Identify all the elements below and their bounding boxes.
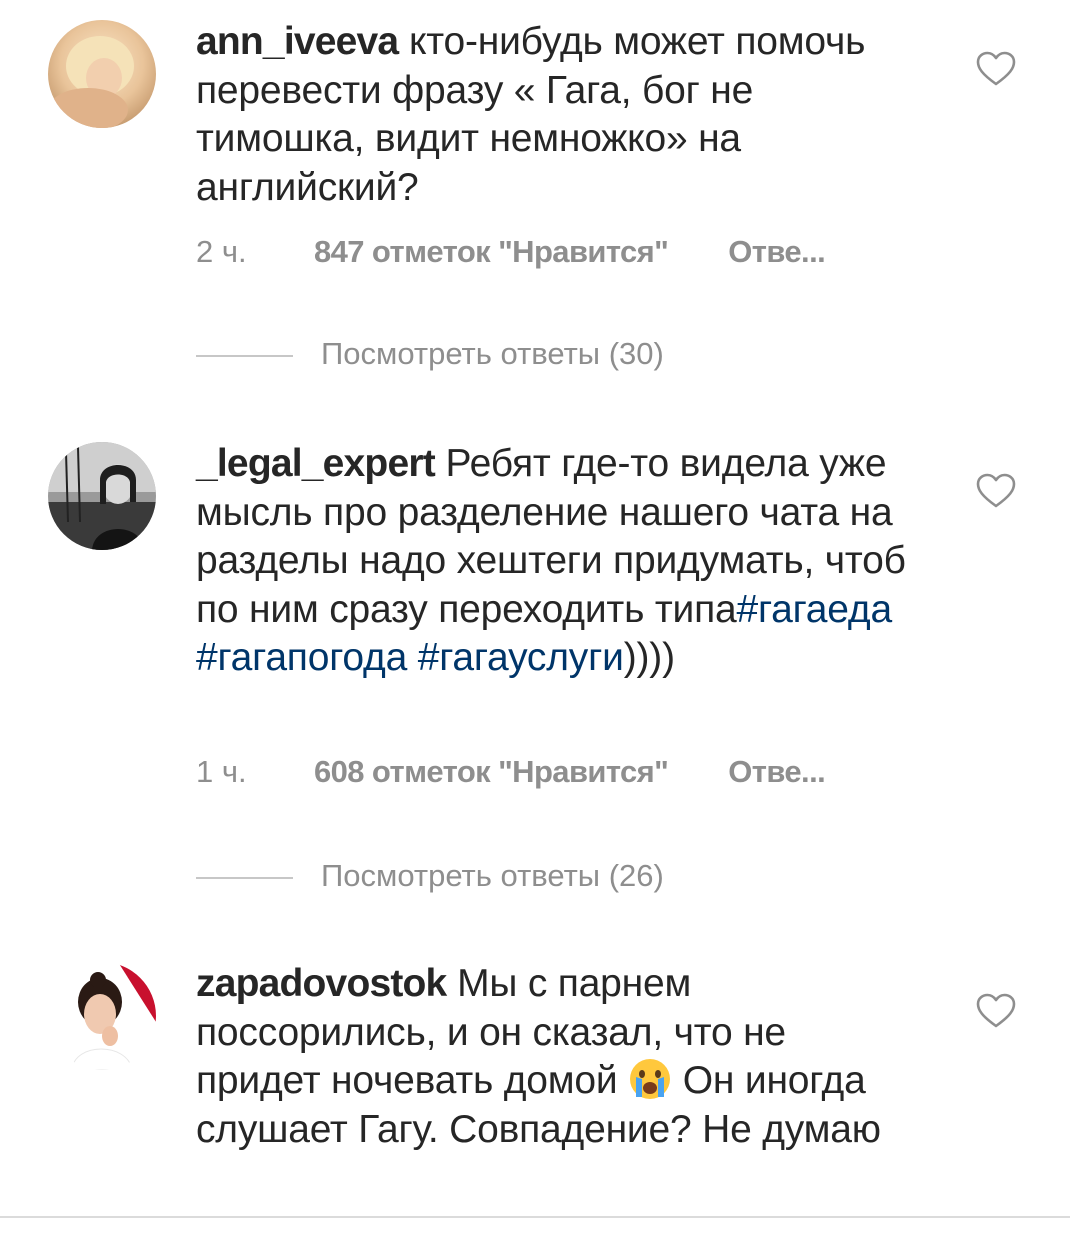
avatar[interactable] (48, 962, 156, 1070)
hashtag-link[interactable]: #гагапогода (196, 636, 407, 679)
comment-username[interactable]: ann_iveeva (196, 20, 399, 63)
comment-username[interactable]: zapadovostok (196, 962, 447, 1005)
heart-outline-icon[interactable] (976, 473, 1016, 509)
comment-body (407, 636, 418, 679)
heart-outline-icon[interactable] (976, 51, 1016, 87)
comment-time: 2 ч. (196, 234, 247, 269)
comment-username[interactable]: _legal_expert (196, 442, 436, 485)
bottom-divider (0, 1216, 1070, 1218)
reply-button[interactable]: Отве... (728, 752, 825, 792)
comment-text: _legal_expert Ребят где-то видела уже мы… (196, 440, 906, 683)
avatar[interactable] (48, 20, 156, 128)
comment-meta: 2 ч. 847 отметок "Нравится" Отве... (196, 232, 826, 272)
divider-line (196, 876, 293, 879)
view-replies-label[interactable]: Посмотреть ответы (30) (321, 336, 664, 371)
hashtag-link[interactable]: #гагаеда (736, 588, 892, 631)
hashtag-link[interactable]: #гагауслуги (418, 636, 624, 679)
view-replies-button[interactable]: Посмотреть ответы (26) (196, 856, 664, 896)
view-replies-label[interactable]: Посмотреть ответы (26) (321, 858, 664, 893)
crying-face-emoji (630, 1059, 671, 1099)
divider-line (196, 354, 293, 357)
comment-text: zapadovostok Мы с парнем поссорились, и … (196, 960, 906, 1154)
comment-time: 1 ч. (196, 754, 247, 789)
comment-likes[interactable]: 608 отметок "Нравится" (314, 752, 669, 792)
comment-meta: 1 ч. 608 отметок "Нравится" Отве... (196, 752, 826, 792)
heart-outline-icon[interactable] (976, 993, 1016, 1029)
comment-body: )))) (623, 636, 675, 679)
view-replies-button[interactable]: Посмотреть ответы (30) (196, 334, 664, 374)
comment-text: ann_iveeva кто-нибудь может помочь перев… (196, 18, 906, 212)
comment-likes[interactable]: 847 отметок "Нравится" (314, 232, 669, 272)
avatar[interactable] (48, 442, 156, 550)
reply-button[interactable]: Отве... (728, 232, 825, 272)
